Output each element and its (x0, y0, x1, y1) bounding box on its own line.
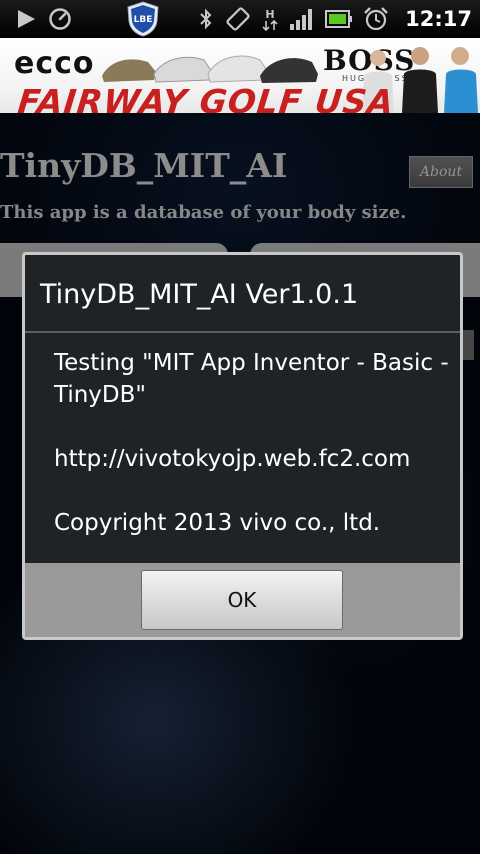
ad-shoes-image (102, 55, 318, 83)
bluetooth-icon (197, 7, 215, 31)
dialog-divider (25, 331, 460, 333)
signal-icon (289, 7, 315, 31)
lbe-shield-icon: LBE (126, 1, 160, 37)
ad-banner[interactable]: ecco BOSS HUGO BOSS FAIRWAY GOLF USA (0, 38, 480, 113)
dialog-message-copyright: Copyright 2013 vivo co., ltd. (54, 510, 381, 536)
gauge-icon (48, 7, 72, 31)
status-bar: LBE H 12:17 (0, 0, 480, 38)
lbe-label: LBE (134, 15, 153, 25)
dialog-title: TinyDB_MIT_AI Ver1.0.1 (40, 279, 359, 310)
dialog-message-testing: Testing "MIT App Inventor - Basic - Tiny… (54, 350, 449, 408)
ad-brand-ecco: ecco (14, 46, 95, 81)
network-type-label: H (266, 8, 275, 21)
ok-button[interactable]: OK (141, 570, 343, 630)
phone-screen: LBE H 12:17 ecco BOSS HUGO BOSS FAIRWAY … (0, 0, 480, 854)
hsdpa-icon: H (261, 6, 279, 32)
dialog-message: Testing "MIT App Inventor - Basic - Tiny… (54, 347, 454, 539)
battery-icon (325, 9, 353, 29)
dialog-message-url: http://vivotokyojp.web.fc2.com (54, 446, 411, 472)
rotation-icon (225, 6, 251, 32)
dialog-button-bar: OK (25, 563, 460, 637)
ad-tagline: FAIRWAY GOLF USA (15, 82, 397, 113)
alarm-icon (363, 6, 389, 32)
play-icon (14, 7, 38, 31)
about-dialog: TinyDB_MIT_AI Ver1.0.1 Testing "MIT App … (22, 252, 463, 640)
status-clock: 12:17 (405, 7, 472, 31)
